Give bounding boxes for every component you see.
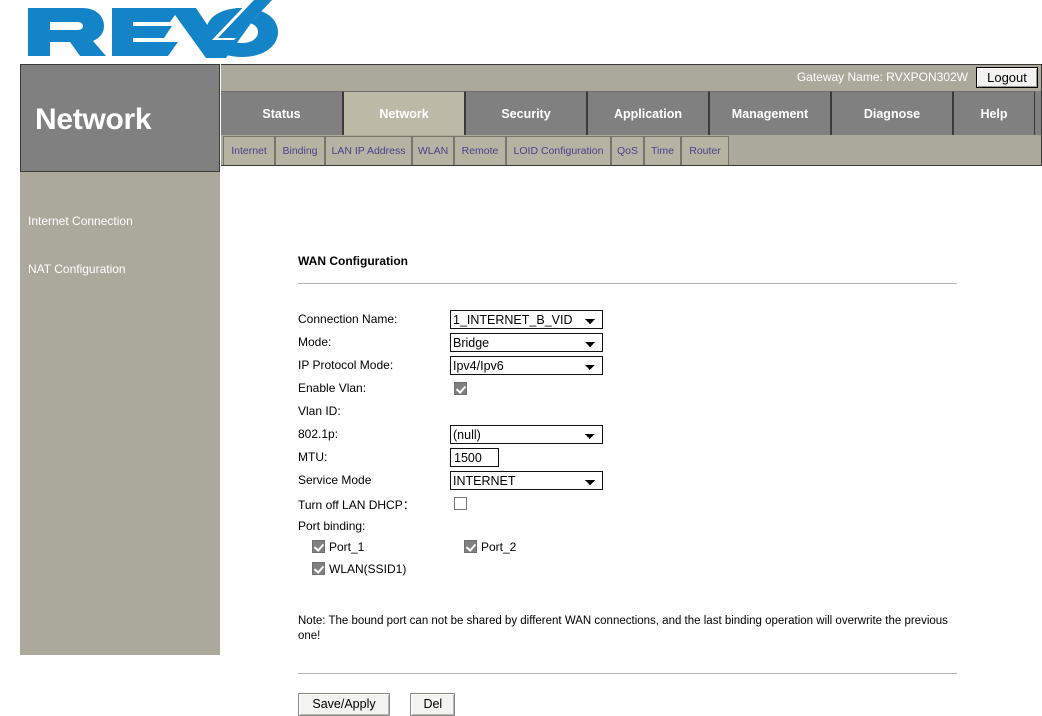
row-connection-name: Connection Name: 1_INTERNET_B_VID (298, 310, 978, 333)
gateway-name-label: Gateway Name: RVXPON302W (796, 70, 968, 84)
subnav-tab-qos[interactable]: QoS (611, 136, 644, 165)
wan-configuration-form: Connection Name: 1_INTERNET_B_VID Mode: … (298, 310, 978, 584)
subnav-tab-internet[interactable]: Internet (223, 136, 275, 165)
service-mode-select[interactable]: INTERNETTR069TR069_INTERNETOTHER (450, 471, 603, 490)
connection-name-label: Connection Name: (298, 312, 398, 326)
vlan-id-label: Vlan ID: (298, 404, 341, 418)
wlan-ssid1-label: WLAN(SSID1) (329, 562, 407, 576)
subnav-tab-remote[interactable]: Remote (454, 136, 506, 165)
logout-button[interactable]: Logout (976, 67, 1038, 88)
enable-vlan-label: Enable Vlan: (298, 381, 367, 395)
ip-protocol-mode-select[interactable]: Ipv4/Ipv6Ipv4Ipv6 (450, 356, 603, 375)
port-2-label: Port_2 (481, 540, 517, 554)
sub-navigation: Internet Binding LAN IP Address WLAN Remote L… (221, 135, 1042, 166)
form-actions: Save/Apply Del (298, 693, 456, 716)
app-frame: Network Internet Connection NAT Configur… (20, 64, 1042, 716)
row-port-binding-label: Port binding: (298, 517, 978, 540)
row-8021p: 802.1p: (null)01234567 (298, 425, 978, 448)
revo-logo (20, 0, 282, 62)
binding-note: Note: The bound port can not be shared b… (298, 615, 948, 642)
turn-off-lan-dhcp-label: Turn off LAN DHCP： (298, 498, 415, 512)
port-binding-wlan-ssid1[interactable]: WLAN(SSID1) (312, 562, 406, 576)
subnav-tab-time[interactable]: Time (644, 136, 681, 165)
logo-bar (0, 0, 1042, 64)
nav-tab-management[interactable]: Management (709, 91, 831, 135)
row-ip-protocol-mode: IP Protocol Mode: Ipv4/Ipv6Ipv4Ipv6 (298, 356, 978, 379)
nav-tab-security[interactable]: Security (465, 91, 587, 135)
brand-panel: Network (20, 64, 220, 172)
gateway-strip: Gateway Name: RVXPON302W Logout (221, 64, 1042, 91)
subnav-tab-router[interactable]: Router (681, 136, 729, 165)
nav-tab-status[interactable]: Status (221, 91, 343, 135)
port-1-checkbox[interactable] (312, 540, 325, 553)
subnav-tab-wlan[interactable]: WLAN (412, 136, 454, 165)
nav-tab-network[interactable]: Network (343, 91, 465, 135)
port-1-label: Port_1 (329, 540, 365, 554)
content-panel: WAN Configuration Connection Name: 1_INT… (221, 167, 1042, 716)
sidebar-item-nat-configuration[interactable]: NAT Configuration (28, 262, 126, 276)
mode-select[interactable]: BridgeRoute (450, 333, 603, 352)
mode-label: Mode: (298, 335, 332, 349)
subnav-tab-loid-configuration[interactable]: LOID Configuration (506, 136, 611, 165)
row-mode: Mode: BridgeRoute (298, 333, 978, 356)
row-vlan-id: Vlan ID: (298, 402, 978, 425)
sidebar-item-internet-connection[interactable]: Internet Connection (28, 214, 133, 228)
mtu-label: MTU: (298, 450, 328, 464)
row-service-mode: Service Mode INTERNETTR069TR069_INTERNET… (298, 471, 978, 494)
mtu-input[interactable] (450, 448, 499, 467)
row-port-binding-2: WLAN(SSID1) (298, 562, 978, 584)
connection-name-select[interactable]: 1_INTERNET_B_VID (450, 310, 603, 329)
subnav-tab-lan-ip-address[interactable]: LAN IP Address (325, 136, 412, 165)
pbit-label: 802.1p: (298, 427, 339, 441)
page-section-title: Network (35, 103, 152, 136)
page-title: WAN Configuration (298, 254, 408, 268)
row-turn-off-lan-dhcp: Turn off LAN DHCP： (298, 494, 978, 517)
ip-protocol-mode-label: IP Protocol Mode: (298, 358, 394, 372)
port-binding-label: Port binding: (298, 519, 366, 533)
sidebar: Internet Connection NAT Configuration (20, 172, 220, 655)
divider-bottom (298, 673, 957, 674)
row-port-binding-1: Port_1 Port_2 (298, 540, 978, 562)
port-binding-port-2[interactable]: Port_2 (464, 540, 516, 554)
nav-tab-application[interactable]: Application (587, 91, 709, 135)
port-2-checkbox[interactable] (464, 540, 477, 553)
row-mtu: MTU: (298, 448, 978, 471)
turn-off-lan-dhcp-checkbox[interactable] (454, 497, 467, 510)
subnav-tab-binding[interactable]: Binding (275, 136, 325, 165)
pbit-select[interactable]: (null)01234567 (450, 425, 603, 444)
nav-tab-diagnose[interactable]: Diagnose (831, 91, 953, 135)
nav-tab-help[interactable]: Help (953, 91, 1035, 135)
main-navigation: Status Network Security Application Manageme… (221, 91, 1042, 135)
service-mode-label: Service Mode (298, 473, 372, 487)
enable-vlan-checkbox[interactable] (454, 382, 467, 395)
wlan-ssid1-checkbox[interactable] (312, 562, 325, 575)
save-apply-button[interactable]: Save/Apply (298, 693, 390, 716)
delete-button[interactable]: Del (410, 693, 456, 716)
divider-top (298, 283, 957, 284)
port-binding-port-1[interactable]: Port_1 (312, 540, 364, 554)
row-enable-vlan: Enable Vlan: (298, 379, 978, 402)
